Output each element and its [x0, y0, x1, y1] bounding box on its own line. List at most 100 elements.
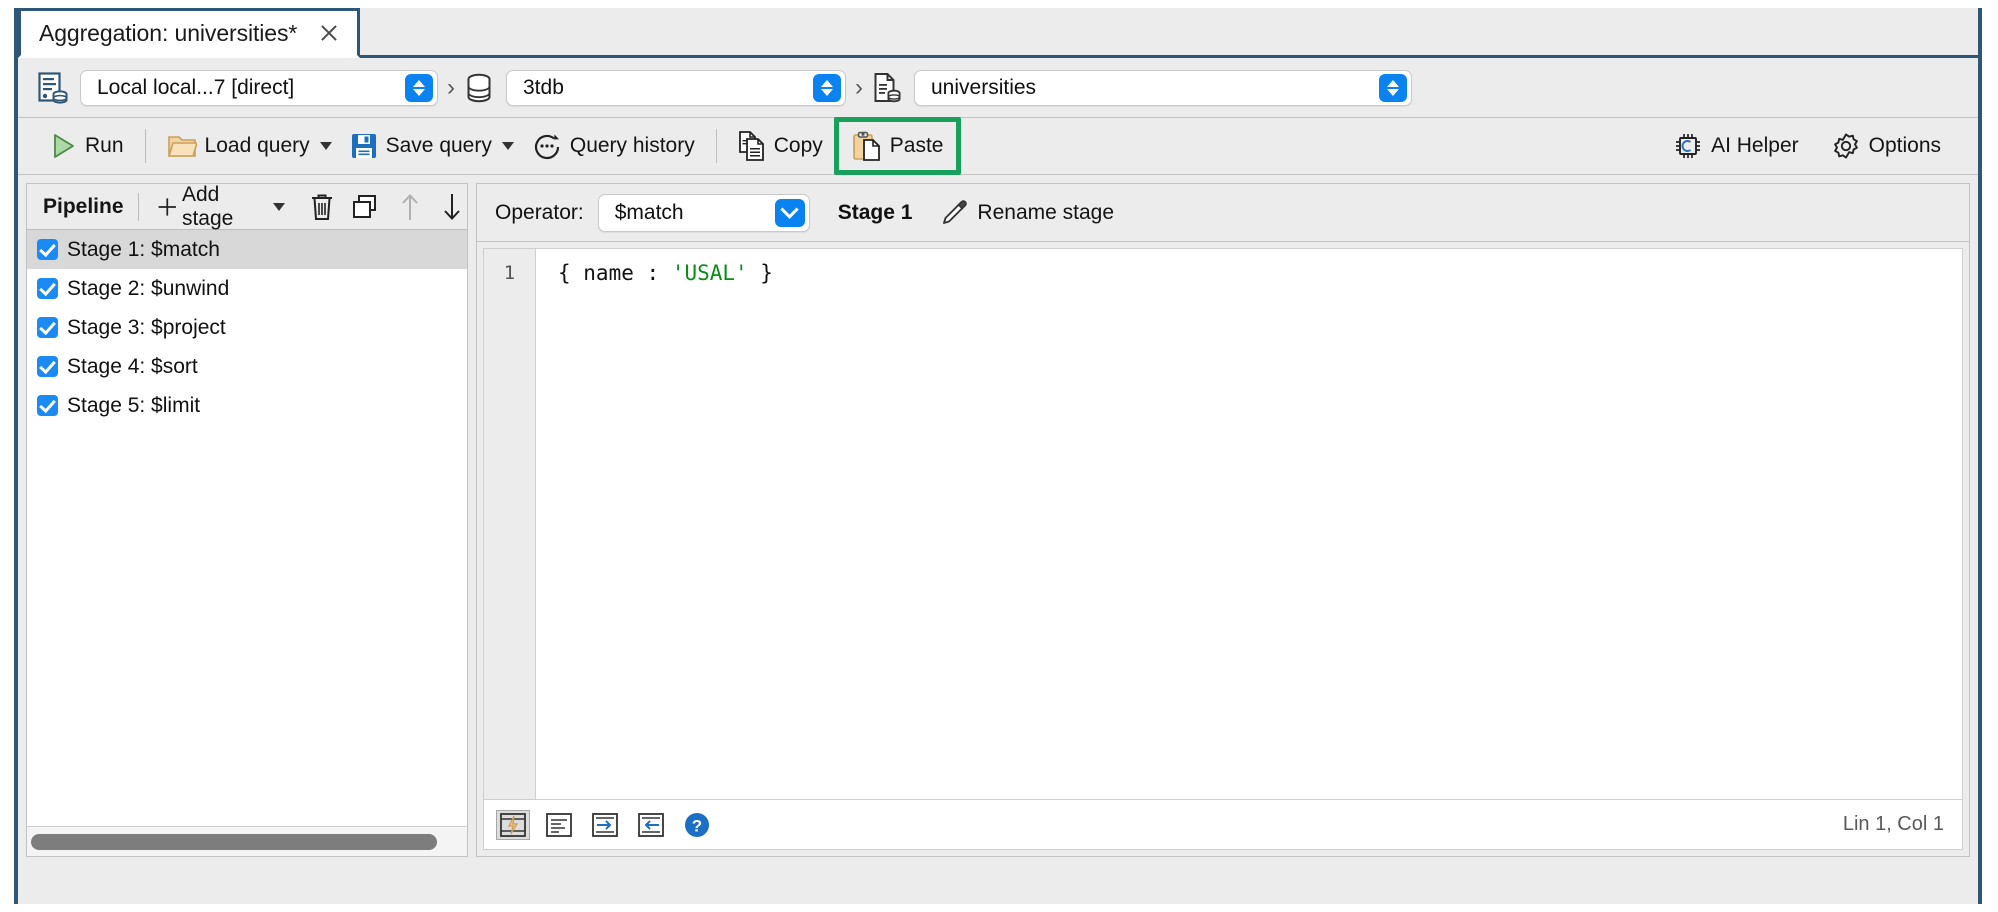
gear-icon	[1831, 131, 1861, 161]
copy-icon	[738, 131, 766, 161]
stage-checkbox[interactable]	[37, 239, 58, 260]
code-string-literal: 'USAL'	[672, 261, 748, 285]
indent-decrease-icon[interactable]	[634, 810, 668, 840]
options-button[interactable]: Options	[1822, 123, 1950, 169]
copy-button[interactable]: Copy	[729, 123, 832, 169]
paste-highlight-box: Paste	[834, 117, 962, 175]
history-icon	[532, 132, 562, 160]
line-number: 1	[484, 259, 535, 287]
options-label: Options	[1869, 134, 1941, 158]
load-query-button[interactable]: Load query	[158, 123, 341, 169]
database-select[interactable]: 3tdb	[506, 70, 846, 106]
panel-splitter[interactable]	[468, 183, 476, 857]
tab-aggregation-universities[interactable]: Aggregation: universities*	[18, 8, 360, 58]
add-stage-label: Add stage	[182, 183, 264, 231]
save-query-label: Save query	[386, 134, 492, 158]
code-prefix: { name :	[558, 261, 672, 285]
stage-list-item[interactable]: Stage 3: $project	[27, 308, 467, 347]
copy-label: Copy	[774, 134, 823, 158]
operator-bar: Operator: $match Stage 1 Rename stage	[477, 184, 1969, 242]
play-icon	[49, 132, 77, 160]
rename-stage-button[interactable]: Rename stage	[940, 199, 1114, 227]
stage-list-item[interactable]: Stage 5: $limit	[27, 386, 467, 425]
collection-select[interactable]: universities	[914, 70, 1412, 106]
paste-label: Paste	[890, 134, 944, 158]
indent-increase-icon[interactable]	[588, 810, 622, 840]
operator-value: $match	[615, 201, 684, 225]
stage-label: Stage 4: $sort	[67, 355, 198, 379]
plus-icon	[156, 194, 179, 220]
paste-icon	[852, 131, 882, 161]
close-icon[interactable]	[317, 21, 341, 45]
folder-open-icon	[167, 132, 197, 160]
collection-stepper[interactable]	[1379, 74, 1407, 102]
stage-checkbox[interactable]	[37, 317, 58, 338]
save-query-button[interactable]: Save query	[341, 123, 523, 169]
pencil-icon	[940, 199, 968, 227]
current-stage-number: Stage 1	[838, 201, 913, 225]
stage-list-item[interactable]: Stage 1: $match	[27, 230, 467, 269]
stage-editor-panel: Operator: $match Stage 1 Rename stage 1	[476, 183, 1970, 857]
chevron-down-icon[interactable]	[273, 203, 285, 211]
stage-checkbox[interactable]	[37, 278, 58, 299]
format-icon[interactable]	[542, 810, 576, 840]
svg-text:?: ?	[692, 816, 702, 835]
add-stage-button[interactable]: Add stage	[152, 181, 289, 233]
stage-label: Stage 2: $unwind	[67, 277, 229, 301]
server-database-icon	[38, 72, 68, 104]
scrollbar-thumb[interactable]	[31, 834, 437, 850]
toolbar-divider	[145, 129, 146, 163]
cursor-position-label: Lin 1, Col 1	[1843, 813, 1944, 836]
tab-strip: Aggregation: universities*	[18, 8, 1978, 58]
duplicate-stage-button[interactable]	[347, 191, 383, 223]
breadcrumb-separator-1: ›	[447, 76, 455, 100]
connection-stepper[interactable]	[405, 74, 433, 102]
pipeline-divider	[138, 193, 139, 221]
stage-checkbox[interactable]	[37, 395, 58, 416]
rename-stage-label: Rename stage	[977, 201, 1114, 225]
window-bottom-frame	[18, 863, 1978, 874]
move-stage-up-button[interactable]	[395, 190, 425, 224]
stage-label: Stage 1: $match	[67, 238, 220, 262]
database-icon	[464, 72, 494, 104]
stage-label: Stage 5: $limit	[67, 394, 200, 418]
chevron-down-icon[interactable]	[502, 142, 514, 150]
move-down-icon	[441, 192, 463, 222]
help-icon[interactable]: ?	[680, 810, 714, 840]
stage-list-item[interactable]: Stage 2: $unwind	[27, 269, 467, 308]
stage-checkbox[interactable]	[37, 356, 58, 377]
stage-label: Stage 3: $project	[67, 316, 226, 340]
operator-label: Operator:	[495, 201, 584, 225]
code-editor[interactable]: 1 { name : 'USAL' }	[483, 248, 1963, 800]
pipeline-title: Pipeline	[43, 195, 124, 219]
run-button[interactable]: Run	[40, 123, 133, 169]
operator-select[interactable]: $match	[598, 194, 810, 232]
chevron-down-icon[interactable]	[320, 142, 332, 150]
delete-stage-button[interactable]	[305, 191, 339, 223]
ai-helper-button[interactable]: AI Helper	[1664, 123, 1808, 169]
toolbar-right-group: AI Helper Options	[1664, 123, 1950, 169]
stage-list[interactable]: Stage 1: $match Stage 2: $unwind Stage 3…	[27, 230, 467, 826]
breadcrumb-separator-2: ›	[855, 76, 863, 100]
database-value: 3tdb	[523, 76, 564, 100]
body-split: Pipeline Add stage	[18, 175, 1978, 863]
move-stage-down-button[interactable]	[437, 190, 467, 224]
pipeline-horizontal-scrollbar[interactable]	[27, 826, 467, 856]
query-history-button[interactable]: Query history	[523, 123, 704, 169]
connection-select[interactable]: Local local...7 [direct]	[80, 70, 438, 106]
main-toolbar: Run Load query Save query	[18, 117, 1978, 175]
pipeline-panel: Pipeline Add stage	[26, 183, 468, 857]
tab-title: Aggregation: universities*	[39, 20, 297, 47]
editor-status-bar: ? Lin 1, Col 1	[483, 800, 1963, 850]
database-stepper[interactable]	[813, 74, 841, 102]
chevron-down-icon[interactable]	[775, 199, 805, 227]
pipeline-toolbar: Pipeline Add stage	[27, 184, 467, 230]
paste-button[interactable]: Paste	[843, 123, 953, 169]
code-line: { name : 'USAL' }	[558, 259, 1962, 287]
autocomplete-icon[interactable]	[496, 810, 530, 840]
stage-list-item[interactable]: Stage 4: $sort	[27, 347, 467, 386]
run-label: Run	[85, 134, 124, 158]
code-content[interactable]: { name : 'USAL' }	[536, 249, 1962, 799]
line-number-gutter: 1	[484, 249, 536, 799]
ai-helper-label: AI Helper	[1711, 134, 1799, 158]
